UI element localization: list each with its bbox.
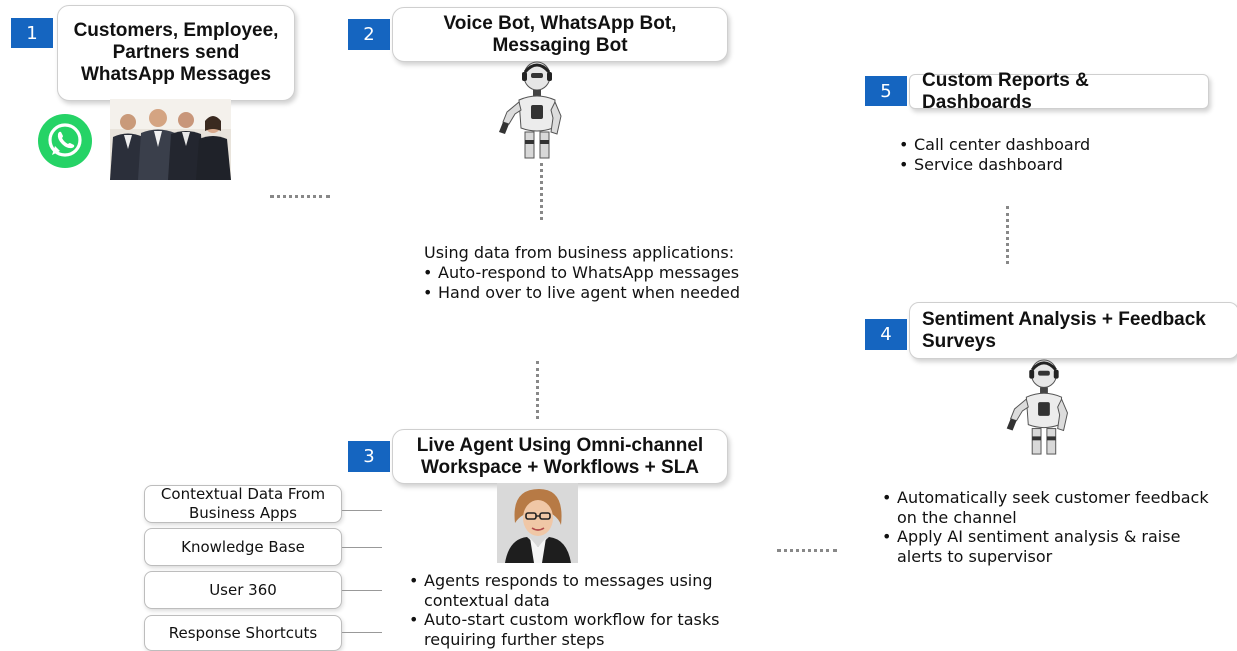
side-item-contextual-data: Contextual Data From Business Apps (144, 485, 342, 523)
connector-line (342, 547, 382, 548)
agent-bullet: Auto-start custom workflow for tasks req… (406, 610, 736, 649)
connector-line (342, 510, 382, 511)
bot-intro-text: Using data from business applications: (424, 243, 735, 262)
bot-bullet: Auto-respond to WhatsApp messages (420, 263, 760, 283)
step-1-title: Customers, Employee, Partners send Whats… (57, 5, 295, 101)
connector-dots (1006, 206, 1009, 264)
connector-dots (536, 361, 539, 419)
side-item-knowledge-base: Knowledge Base (144, 528, 342, 566)
step-1-badge: 1 (11, 18, 53, 48)
reports-bullet-list: Call center dashboard Service dashboard (896, 135, 1196, 174)
step-4-title: Sentiment Analysis + Feedback Surveys (909, 302, 1237, 359)
step-3-title: Live Agent Using Omni-channel Workspace … (392, 429, 728, 484)
step-4-badge: 4 (865, 319, 907, 350)
step-5-badge: 5 (865, 76, 907, 106)
side-item-user-360: User 360 (144, 571, 342, 609)
step-3-badge: 3 (348, 441, 390, 472)
connector-dots (270, 195, 330, 198)
side-item-response-shortcuts: Response Shortcuts (144, 615, 342, 651)
agent-photo (497, 483, 578, 563)
bot-bullet: Hand over to live agent when needed (420, 283, 760, 303)
sentiment-bullet: Automatically seek customer feedback on … (879, 488, 1229, 527)
step-2-badge: 2 (348, 19, 390, 50)
step-5-title: Custom Reports & Dashboards (909, 70, 1209, 113)
agent-bullet: Agents responds to messages using contex… (406, 571, 736, 610)
connector-dots (540, 163, 543, 220)
reports-bullet: Call center dashboard (896, 135, 1196, 155)
agent-bullet-list: Agents responds to messages using contex… (406, 571, 736, 649)
sentiment-bullet: Apply AI sentiment analysis & raise aler… (879, 527, 1229, 566)
connector-dots (777, 549, 837, 552)
sentiment-bullet-list: Automatically seek customer feedback on … (879, 488, 1229, 566)
robot-icon (495, 60, 575, 160)
connector-line (342, 590, 382, 591)
people-photo (110, 99, 231, 180)
step-2-title: Voice Bot, WhatsApp Bot, Messaging Bot (392, 7, 728, 62)
robot-icon (1002, 358, 1082, 456)
reports-bullet: Service dashboard (896, 155, 1196, 175)
connector-line (342, 632, 382, 633)
whatsapp-icon (38, 114, 92, 168)
bot-bullet-list: Auto-respond to WhatsApp messages Hand o… (420, 263, 760, 302)
